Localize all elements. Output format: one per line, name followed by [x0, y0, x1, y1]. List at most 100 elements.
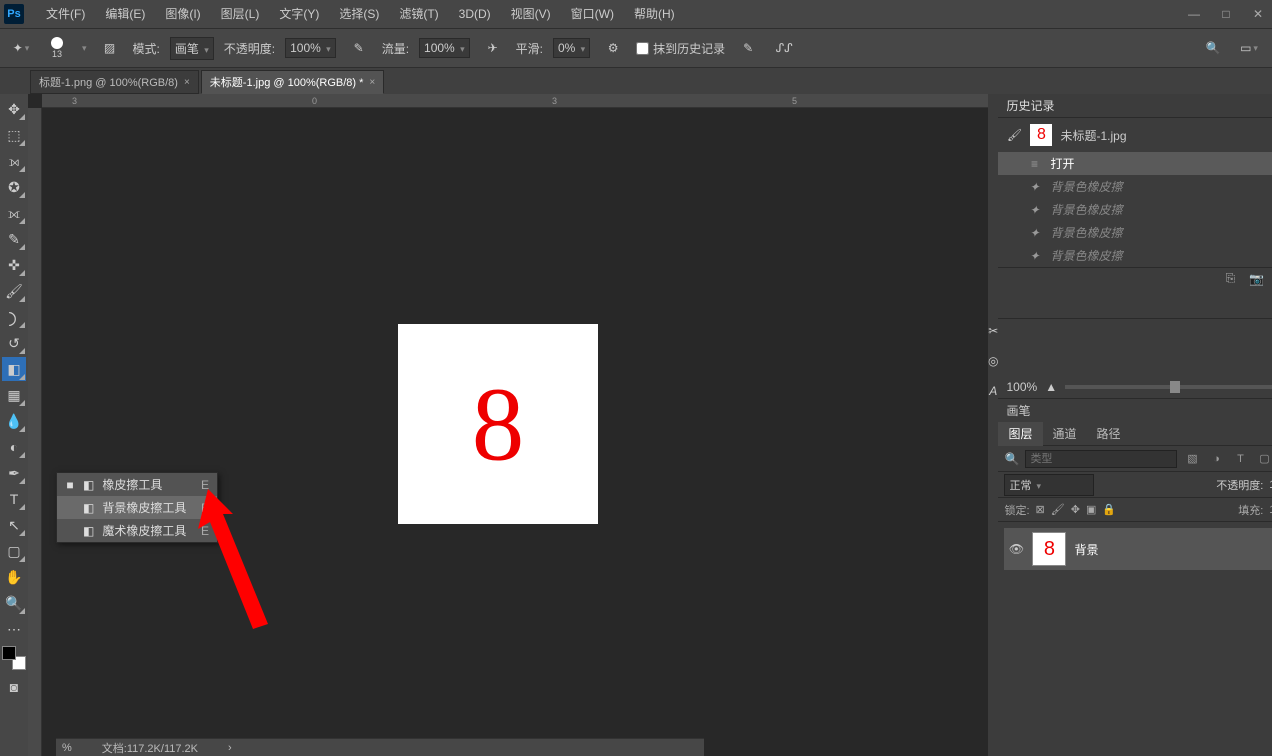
layers-tab[interactable]: 通道: [1043, 422, 1087, 446]
brush-preview-icon[interactable]: 13: [44, 37, 70, 59]
crop-tool[interactable]: ⟗: [2, 201, 26, 225]
menu-item[interactable]: 帮助(H): [624, 0, 685, 28]
history-panel-header[interactable]: 历史记录 ≡: [998, 94, 1272, 118]
zoom-out-icon[interactable]: ▲: [1045, 380, 1057, 394]
menu-item[interactable]: 滤镜(T): [389, 0, 448, 28]
history-item[interactable]: ≡打开: [998, 152, 1272, 175]
menu-item[interactable]: 图层(L): [211, 0, 270, 28]
flyout-item[interactable]: ◧魔术橡皮擦工具E: [57, 519, 217, 542]
history-item[interactable]: ✦背景色橡皮擦: [998, 221, 1272, 244]
smooth-input[interactable]: 0% ▾: [553, 38, 590, 58]
eyedropper-tool[interactable]: ✎: [2, 227, 26, 251]
color-swatches[interactable]: [2, 646, 26, 670]
status-doc[interactable]: 文档:117.2K/117.2K: [102, 740, 198, 756]
mode-select[interactable]: 画笔 ▾: [170, 37, 214, 60]
layer-row[interactable]: 👁 8 背景 🔒: [1004, 528, 1272, 570]
status-chevron[interactable]: ›: [228, 742, 232, 754]
workspace-icon[interactable]: ▭▾: [1236, 35, 1262, 61]
tool-preset-icon[interactable]: ✦▾: [8, 35, 34, 61]
minimize-button[interactable]: —: [1180, 4, 1208, 24]
flyout-item[interactable]: ■◧橡皮擦工具E: [57, 473, 217, 496]
tab-close-icon[interactable]: ×: [369, 77, 375, 88]
zoom-slider[interactable]: [1065, 385, 1272, 389]
history-item[interactable]: ✦背景色橡皮擦: [998, 175, 1272, 198]
document-tab[interactable]: 未标题-1.jpg @ 100%(RGB/8) *×: [201, 70, 384, 94]
opacity-input[interactable]: 100% ▾: [285, 38, 336, 58]
hand-tool[interactable]: ✋: [2, 565, 26, 589]
erase-to-history[interactable]: 抹到历史记录: [636, 40, 725, 57]
blur-tool[interactable]: 💧: [2, 409, 26, 433]
history-item[interactable]: ✦背景色橡皮擦: [998, 244, 1272, 267]
library-icon[interactable]: ◎: [988, 354, 998, 368]
search-icon[interactable]: 🔍: [1200, 35, 1226, 61]
pressure-opacity-icon[interactable]: ✎: [346, 35, 372, 61]
new-doc-from-state-icon[interactable]: ⎘: [1226, 271, 1236, 286]
filter-shape-icon[interactable]: ▢: [1255, 450, 1272, 468]
close-button[interactable]: ✕: [1244, 4, 1272, 24]
pen-tool[interactable]: ✒: [2, 461, 26, 485]
lock-pixel-icon[interactable]: 🖌: [1051, 503, 1065, 516]
symmetry-icon[interactable]: ᔑᔑ: [771, 35, 797, 61]
ruler-vertical[interactable]: [28, 108, 42, 756]
lock-artboard-icon[interactable]: ▣: [1086, 503, 1096, 516]
gear-icon[interactable]: ⚙: [600, 35, 626, 61]
marquee-tool[interactable]: ⬚: [2, 123, 26, 147]
menu-item[interactable]: 图像(I): [155, 0, 210, 28]
search-icon[interactable]: 🔍: [1004, 452, 1019, 466]
type-tool[interactable]: T: [2, 487, 26, 511]
stamp-tool[interactable]: ᯿: [2, 305, 26, 329]
shape-tool[interactable]: ▢: [2, 539, 26, 563]
visibility-icon[interactable]: 👁: [1008, 542, 1024, 556]
quick-mask[interactable]: ◙: [2, 675, 26, 699]
filter-pixel-icon[interactable]: ▧: [1183, 450, 1201, 468]
lasso-tool[interactable]: ⟕: [2, 149, 26, 173]
history-checkbox[interactable]: [636, 42, 649, 55]
status-zoom[interactable]: %: [62, 742, 72, 754]
canvas[interactable]: 8: [398, 324, 598, 524]
zoom-tool[interactable]: 🔍: [2, 591, 26, 615]
menu-item[interactable]: 选择(S): [329, 0, 389, 28]
character-icon[interactable]: A: [989, 384, 997, 398]
menu-item[interactable]: 窗口(W): [561, 0, 624, 28]
history-item[interactable]: ✦背景色橡皮擦: [998, 198, 1272, 221]
move-tool[interactable]: ✥: [2, 97, 26, 121]
maximize-button[interactable]: □: [1212, 4, 1240, 24]
filter-adjust-icon[interactable]: ◑: [1207, 450, 1225, 468]
menu-item[interactable]: 编辑(E): [95, 0, 155, 28]
menu-item[interactable]: 文件(F): [36, 0, 95, 28]
zoom-value[interactable]: 100%: [1006, 380, 1037, 394]
healing-tool[interactable]: ✜: [2, 253, 26, 277]
lock-all-icon[interactable]: ⊠: [1036, 503, 1045, 516]
history-brush-icon[interactable]: 🖌: [1006, 128, 1022, 142]
layers-tab[interactable]: 路径: [1087, 422, 1131, 446]
flyout-item[interactable]: ◧背景橡皮擦工具E: [57, 496, 217, 519]
gradient-tool[interactable]: ▦: [2, 383, 26, 407]
filter-type-icon[interactable]: T: [1231, 450, 1249, 468]
adjustments-icon[interactable]: ✂: [988, 324, 998, 338]
edit-toolbar[interactable]: ⋯: [2, 617, 26, 641]
menu-item[interactable]: 视图(V): [501, 0, 561, 28]
layer-thumb[interactable]: 8: [1032, 532, 1066, 566]
eraser-tool[interactable]: ◧: [2, 357, 26, 381]
tab-close-icon[interactable]: ×: [184, 77, 190, 88]
document-tab[interactable]: 标题-1.png @ 100%(RGB/8)×: [30, 70, 199, 94]
dodge-tool[interactable]: ◐: [2, 435, 26, 459]
fg-color[interactable]: [2, 646, 16, 660]
layer-name[interactable]: 背景: [1074, 541, 1098, 558]
history-brush-tool[interactable]: ↺: [2, 331, 26, 355]
snapshot-icon[interactable]: 📷: [1249, 272, 1264, 286]
quick-select-tool[interactable]: ✪: [2, 175, 26, 199]
airbrush-icon[interactable]: ✈: [480, 35, 506, 61]
path-select-tool[interactable]: ↖: [2, 513, 26, 537]
lock-pos-icon[interactable]: ✥: [1071, 503, 1080, 516]
brush-panel-header[interactable]: 画笔 ≡: [998, 398, 1272, 422]
menu-item[interactable]: 3D(D): [449, 0, 501, 28]
pressure-size-icon[interactable]: ✎: [735, 35, 761, 61]
brush-tool[interactable]: 🖌: [2, 279, 26, 303]
menu-item[interactable]: 文字(Y): [269, 0, 329, 28]
lock-icon[interactable]: 🔒: [1102, 503, 1116, 516]
blend-mode-select[interactable]: 正常 ▾: [1004, 474, 1094, 496]
brush-panel-icon[interactable]: ▨: [97, 35, 123, 61]
layers-tab[interactable]: 图层: [998, 422, 1042, 446]
flow-input[interactable]: 100% ▾: [419, 38, 470, 58]
